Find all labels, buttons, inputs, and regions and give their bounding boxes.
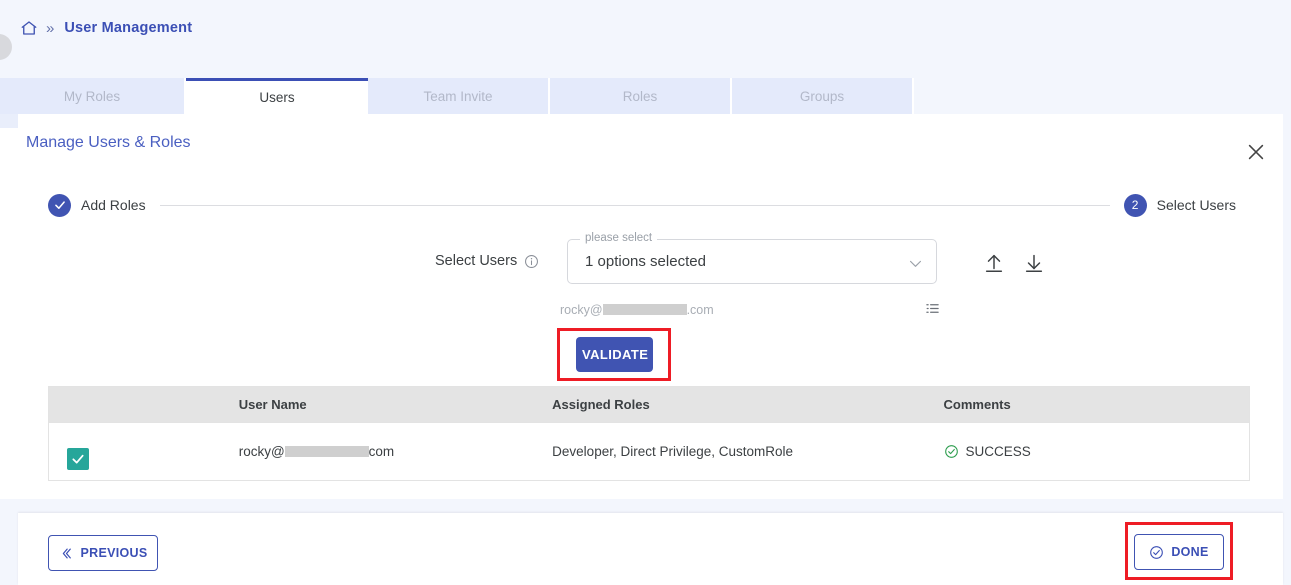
tab-team-invite[interactable]: Team Invite xyxy=(368,78,550,114)
tab-label: My Roles xyxy=(64,89,120,104)
home-icon[interactable] xyxy=(20,19,38,37)
tab-users[interactable]: Users xyxy=(186,78,368,114)
chip-prefix: rocky@ xyxy=(560,303,603,317)
cell-assigned-roles: Developer, Direct Privilege, CustomRole xyxy=(552,444,943,459)
double-chevron-left-icon xyxy=(59,546,74,561)
upload-icon[interactable] xyxy=(983,252,1005,274)
redacted-block xyxy=(285,446,369,457)
cell-comments: SUCCESS xyxy=(944,444,1249,459)
status-badge: SUCCESS xyxy=(944,444,1249,459)
panel-corner-strip xyxy=(0,114,18,128)
select-users-value: 1 options selected xyxy=(585,253,706,270)
chip-suffix: .com xyxy=(687,303,714,317)
done-button-label: DONE xyxy=(1171,545,1208,559)
previous-button-label: PREVIOUS xyxy=(81,546,148,560)
redacted-block xyxy=(603,304,687,315)
tab-strip-filler xyxy=(914,78,1291,114)
validate-button[interactable]: VALIDATE xyxy=(576,337,653,372)
tab-groups[interactable]: Groups xyxy=(732,78,914,114)
validation-results-table: User Name Assigned Roles Comments rocky@… xyxy=(48,386,1250,481)
tab-label: Groups xyxy=(800,89,844,104)
user-name-prefix: rocky@ xyxy=(239,444,285,459)
chevron-down-icon[interactable] xyxy=(907,255,924,272)
download-icon[interactable] xyxy=(1023,252,1045,274)
row-select-cell xyxy=(49,434,239,470)
tab-label: Team Invite xyxy=(423,89,492,104)
column-header-user-name: User Name xyxy=(239,397,552,412)
tab-strip: My Roles Users Team Invite Roles Groups xyxy=(0,78,1291,114)
breadcrumb-current[interactable]: User Management xyxy=(64,20,192,36)
check-circle-icon xyxy=(1149,545,1164,560)
breadcrumb-bar: » User Management xyxy=(0,0,1291,56)
wizard-footer xyxy=(18,513,1283,585)
table-row[interactable]: rocky@ com Developer, Direct Privilege, C… xyxy=(49,422,1249,480)
tab-label: Roles xyxy=(623,89,658,104)
step-2-label: Select Users xyxy=(1157,197,1236,213)
user-name-suffix: com xyxy=(369,444,395,459)
check-icon xyxy=(53,198,67,212)
panel-title: Manage Users & Roles xyxy=(26,134,191,152)
breadcrumb-separator: » xyxy=(46,20,54,37)
column-header-assigned-roles: Assigned Roles xyxy=(552,397,943,412)
step-2-indicator[interactable]: 2 xyxy=(1124,194,1147,217)
select-users-label: Select Users xyxy=(435,253,539,269)
select-users-legend: please select xyxy=(580,232,657,244)
check-circle-icon xyxy=(944,444,959,459)
wizard-stepper: Add Roles 2 Select Users xyxy=(48,193,1236,217)
tab-label: Users xyxy=(259,90,294,105)
select-users-dropdown[interactable]: please select 1 options selected xyxy=(567,239,937,284)
avatar-partial xyxy=(0,34,12,60)
stepper-connector xyxy=(160,205,1110,206)
status-text: SUCCESS xyxy=(966,444,1031,459)
select-users-label-text: Select Users xyxy=(435,253,517,269)
tab-my-roles[interactable]: My Roles xyxy=(0,78,186,114)
row-checkbox[interactable] xyxy=(67,448,89,470)
tab-roles[interactable]: Roles xyxy=(550,78,732,114)
selected-user-chip: rocky@ .com xyxy=(560,303,714,317)
table-header-row: User Name Assigned Roles Comments xyxy=(49,387,1249,422)
check-icon xyxy=(70,451,86,467)
step-1-indicator[interactable] xyxy=(48,194,71,217)
info-icon[interactable] xyxy=(524,254,539,269)
close-icon[interactable] xyxy=(1245,141,1267,163)
cell-user-name: rocky@ com xyxy=(239,444,552,459)
previous-button[interactable]: PREVIOUS xyxy=(48,535,158,571)
step-1-label: Add Roles xyxy=(81,197,146,213)
done-button[interactable]: DONE xyxy=(1134,534,1224,570)
column-header-comments: Comments xyxy=(944,397,1249,412)
selected-user-chip-row: rocky@ .com xyxy=(560,301,940,319)
list-icon[interactable] xyxy=(925,301,940,316)
